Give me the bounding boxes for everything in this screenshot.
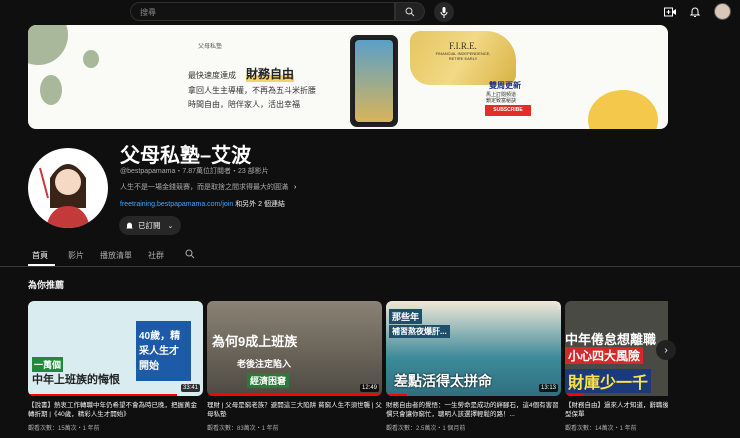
notifications-button[interactable] [688, 5, 702, 19]
banner-text: 鎖定致富秘訣 [486, 98, 517, 104]
thumbnail-text: 小心四大風險 [565, 347, 644, 364]
thumbnail-text: 經濟困窘 [247, 373, 290, 388]
avatar-illustration [39, 164, 90, 228]
channel-avatar[interactable] [28, 148, 108, 228]
thumbnail-text: 為何9成上班族 [212, 334, 298, 349]
search-button[interactable] [395, 2, 425, 21]
watch-progress [565, 394, 583, 396]
banner-text: 最快速度達成 [188, 71, 236, 80]
video-thumbnail[interactable]: 40歲，精采人生才開始 一萬個 中年上班族的悔恨 33:41 [28, 301, 203, 396]
fire-subtitle: RETIRE EARLY [448, 56, 478, 61]
video-title[interactable]: 【說書】熱衷工作轉職中年仍希望不會為時已晚，把握黃金轉折期 |《40歲，精彩人生… [28, 401, 203, 419]
video-card[interactable]: 那些年 補習熬夜爆肝... 差點活得太拼命 13:13 財務自由者的覺悟：一生勞… [386, 301, 563, 432]
thumbnail-text: 那些年 [389, 309, 423, 324]
channel-search-button[interactable] [185, 249, 195, 261]
channel-link[interactable]: freetraining.bestpapamama.com/join [120, 201, 233, 208]
create-video-icon [664, 7, 676, 17]
thumbnail-text: 中年倦怠想離職 [565, 332, 657, 347]
fire-title: F.I.R.E. [449, 41, 477, 51]
tab-community[interactable]: 社群 [148, 250, 164, 261]
watch-progress [28, 394, 177, 396]
tab-videos[interactable]: 影片 [68, 250, 84, 261]
video-meta: 觀看次數：2.5萬次・1 個月前 [386, 426, 466, 432]
section-title: 為你推薦 [28, 280, 65, 290]
mic-icon [440, 6, 448, 18]
search-icon [185, 249, 195, 259]
channel-links: freetraining.bestpapamama.com/join 和另外 2… [120, 199, 285, 209]
tab-playlists[interactable]: 播放清單 [100, 250, 132, 261]
video-duration: 12:49 [359, 384, 379, 392]
thumbnail-text: 一萬個 [32, 357, 64, 372]
next-button[interactable]: › [656, 340, 676, 360]
video-thumbnail[interactable]: 那些年 補習熬夜爆肝... 差點活得太拼命 13:13 [386, 301, 561, 396]
banner-subscribe-graphic: SUBSCRIBE [485, 105, 531, 116]
watch-progress [386, 394, 407, 396]
banner-text: 時間自由，陪伴家人，活出幸福 [188, 100, 300, 109]
thumbnail-text: 補習熬夜爆肝... [389, 325, 450, 338]
video-duration: 33:41 [180, 384, 200, 392]
thumbnail-text: 老後注定陷入 [237, 359, 292, 369]
channel-meta: @bestpapamama・7.87萬位訂閱者・23 部影片 [120, 168, 269, 175]
chevron-down-icon: ⌄ [167, 222, 174, 230]
video-card[interactable]: 為何9成上班族 老後注定陷入 經濟困窘 12:49 理財 | 父母是窮老族？避開… [207, 301, 382, 432]
description-text: 人生不是一場金錢競賽，而是取捨之間求得最大的圓滿 [120, 184, 288, 191]
tab-home[interactable]: 首頁 [32, 250, 48, 261]
account-avatar[interactable] [714, 3, 731, 20]
bell-icon [690, 7, 700, 17]
thumbnail-text: 財庫少一千 [565, 369, 652, 393]
fire-badge: F.I.R.E. FINANCIAL INDEPENDENCE, RETIRE … [410, 31, 516, 85]
more-options-icon[interactable]: ⋮ [555, 301, 563, 310]
phone-illustration [350, 35, 398, 127]
divider [0, 266, 740, 267]
video-title[interactable]: 理財 | 父母是窮老族？避開這三大陷阱 貧窮人生不須世襲 | 父母私塾 [207, 401, 382, 419]
chevron-right-icon: › [664, 344, 668, 356]
video-duration: 13:13 [538, 384, 558, 392]
subscribed-label: 已訂閱 [138, 221, 161, 230]
banner-logo: 父母私塾 [198, 44, 223, 50]
video-meta: 觀看次數：15萬次・1 年前 [28, 426, 100, 432]
search-input[interactable]: 搜尋 [130, 2, 395, 21]
channel-banner: 父母私塾 最快速度達成 財務自由 拿回人生主導權，不再為五斗米折腰 時間自由，陪… [28, 25, 668, 129]
create-button[interactable] [663, 5, 677, 19]
thumbnail-text: 中年上班族的悔恨 [32, 374, 120, 386]
banner-update-title: 雙周更新 [489, 81, 521, 90]
more-links[interactable]: 和另外 2 個連結 [235, 201, 285, 208]
voice-search-button[interactable] [434, 2, 454, 22]
video-card[interactable]: 40歲，精采人生才開始 一萬個 中年上班族的悔恨 33:41 【說書】熱衷工作轉… [28, 301, 203, 432]
banner-highlight: 財務自由 [246, 65, 295, 82]
channel-description[interactable]: 人生不是一場金錢競賽，而是取捨之間求得最大的圓滿 › [120, 182, 296, 192]
shelf-clip [668, 295, 740, 438]
chevron-right-icon: › [293, 184, 297, 191]
video-meta: 觀看次數：83萬次・1 年前 [207, 426, 279, 432]
video-title[interactable]: 財務自由者的覺悟：一生勞命是成功的絆腳石，這4個有害習慣只會讓你窮忙，聰明人該選… [386, 401, 561, 419]
bell-icon [126, 222, 133, 228]
video-thumbnail[interactable]: 為何9成上班族 老後注定陷入 經濟困窘 12:49 [207, 301, 382, 396]
thumbnail-text: 差點活得太拼命 [394, 373, 492, 389]
thumbnail-text: 40歲，精采人生才開始 [136, 321, 191, 381]
subscribed-button[interactable]: 已訂閱 ⌄ [119, 216, 181, 235]
banner-text: 拿回人生主導權，不再為五斗米折腰 [188, 86, 316, 95]
search-icon [405, 7, 415, 16]
watch-progress [207, 394, 382, 396]
channel-name: 父母私塾–艾波 [120, 145, 252, 167]
